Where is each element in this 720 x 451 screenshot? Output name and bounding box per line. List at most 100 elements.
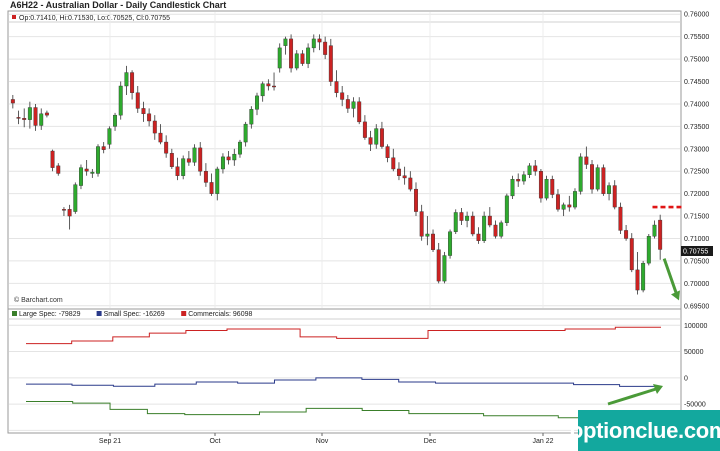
- candle: [601, 164, 606, 196]
- candle-body: [255, 95, 259, 110]
- candle: [646, 234, 651, 266]
- candle-body: [629, 238, 634, 271]
- legend-swatch: [181, 311, 187, 316]
- price-tick-label: 0.75500: [684, 34, 709, 41]
- watermark: © Barchart.com: [14, 296, 63, 304]
- price-tick-label: 0.72000: [684, 191, 709, 198]
- candle: [573, 188, 577, 210]
- candle-body: [351, 101, 356, 109]
- x-tick-label: Oct: [210, 438, 221, 445]
- candle-body: [317, 38, 322, 43]
- cot-legend: Large Spec: -79829 Small Spec: -16269 Comm…: [12, 311, 252, 318]
- candle-body: [56, 165, 61, 174]
- candle-body: [459, 212, 464, 221]
- candle-body: [50, 150, 55, 168]
- candle-body: [618, 206, 623, 231]
- candle-body: [10, 99, 15, 104]
- candle-body: [385, 146, 390, 158]
- candle-body: [277, 47, 282, 69]
- candle-body: [527, 165, 532, 176]
- candle-body: [266, 83, 271, 87]
- candle-body: [306, 47, 311, 64]
- candle-body: [521, 174, 526, 182]
- legend-swatch: [96, 311, 102, 316]
- candle-body: [203, 171, 208, 183]
- candle: [79, 164, 83, 190]
- candle-body: [79, 167, 83, 186]
- candle: [482, 211, 487, 243]
- candle-body: [419, 211, 424, 237]
- price-tick-label: 0.73500: [684, 124, 709, 131]
- candle-body: [561, 204, 566, 210]
- candle-body: [425, 233, 430, 237]
- chart-canvas: A6H22 - Australian Dollar - Daily Candle…: [7, 0, 713, 445]
- candle-body: [215, 168, 220, 194]
- candle-body: [272, 85, 276, 88]
- candle-body: [249, 109, 254, 125]
- price-tick-label: 0.74000: [684, 101, 709, 108]
- candle-body: [311, 38, 316, 49]
- candle-body: [624, 230, 629, 239]
- candle-body: [186, 158, 191, 163]
- candle-body: [152, 120, 157, 134]
- chart-title: A6H22 - Australian Dollar - Daily Candle…: [10, 0, 226, 10]
- price-tick-label: 0.75000: [684, 57, 709, 64]
- brand-watermark: optionclue.com: [570, 410, 720, 451]
- x-axis: Sep 21 Oct Nov Dec Jan 22: [99, 433, 554, 445]
- candle-body: [453, 212, 458, 232]
- candle-body: [300, 53, 305, 64]
- candle-body: [226, 156, 231, 161]
- candle-body: [362, 121, 367, 138]
- candle: [578, 153, 583, 195]
- candle-body: [487, 215, 492, 226]
- candle-body: [220, 156, 225, 170]
- candle-body: [379, 128, 384, 147]
- candle-body: [476, 233, 481, 241]
- candle-body: [607, 185, 612, 194]
- candle-body: [44, 112, 49, 116]
- candle-body: [550, 179, 555, 195]
- candle-body: [408, 177, 413, 190]
- candle-body: [431, 233, 435, 250]
- candle-body: [141, 108, 146, 115]
- candle-body: [238, 141, 242, 155]
- price-tick-label: 0.71000: [684, 236, 709, 243]
- cot-tick-label: 50000: [684, 349, 704, 356]
- candle-body: [448, 231, 453, 256]
- candle-body: [192, 147, 197, 163]
- legend-swatch: [12, 311, 17, 316]
- candle-body: [118, 85, 123, 116]
- candle-body: [334, 81, 339, 93]
- candle-body: [590, 164, 594, 190]
- candle-body: [289, 38, 294, 69]
- candle: [544, 175, 549, 201]
- ohlc-marker: [12, 15, 16, 19]
- cot-tick-label: 100000: [684, 323, 707, 330]
- candle-body: [510, 179, 515, 197]
- candle-body: [533, 165, 538, 172]
- candle-body: [658, 219, 663, 250]
- candle-body: [243, 123, 248, 143]
- candle: [289, 34, 294, 73]
- candle-body: [368, 137, 373, 145]
- candle-body: [107, 128, 112, 145]
- candle-body: [504, 195, 509, 223]
- candle-body: [641, 262, 646, 291]
- ohlc-info: Op:0.71410, Hi:0.71530, Lo:0.70525, Cl:0…: [19, 15, 170, 22]
- candle-body: [482, 215, 487, 241]
- candle: [510, 175, 515, 200]
- candle: [448, 229, 453, 259]
- candle-body: [499, 222, 504, 237]
- candle-body: [169, 153, 174, 167]
- candle: [504, 193, 509, 226]
- candle-body: [130, 72, 135, 93]
- candle-body: [538, 171, 543, 199]
- candle: [538, 168, 543, 203]
- candle-body: [90, 171, 95, 174]
- candle-body: [198, 147, 203, 172]
- candle-body: [493, 224, 498, 237]
- candle-body: [374, 128, 379, 145]
- candle: [328, 38, 333, 86]
- x-tick-label: Nov: [316, 438, 329, 445]
- candle: [590, 160, 594, 194]
